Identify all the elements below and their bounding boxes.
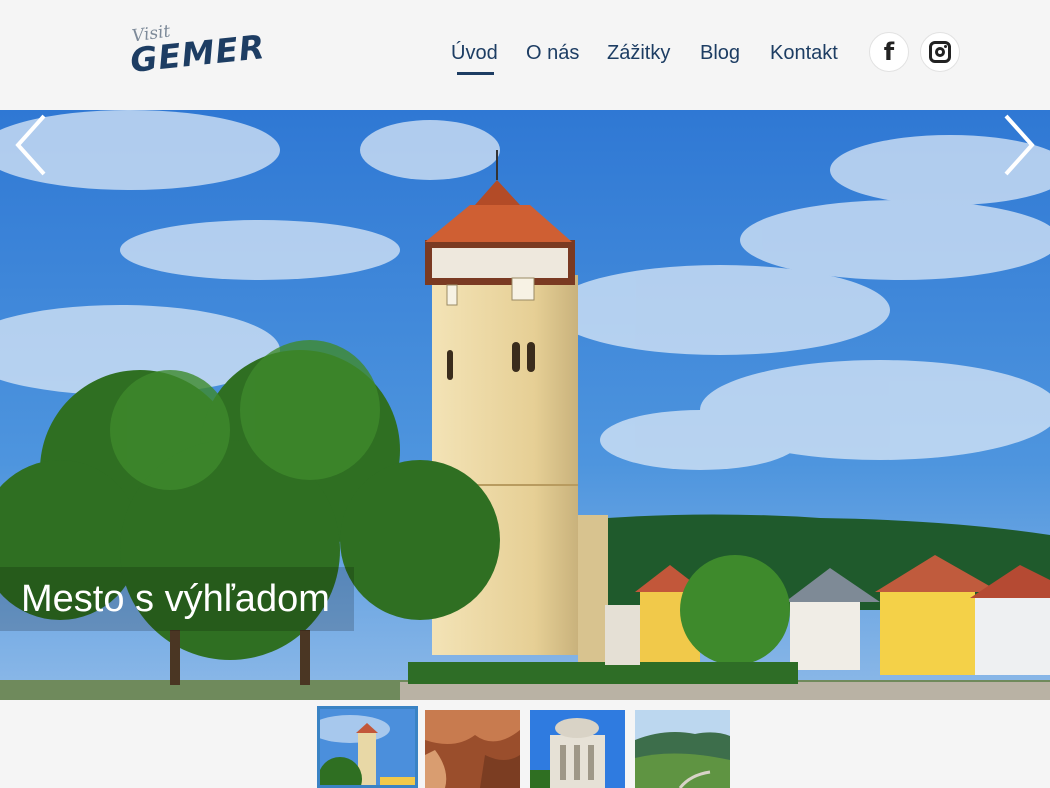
- thumbnail-1[interactable]: [317, 706, 418, 788]
- thumbnail-2[interactable]: [425, 710, 520, 788]
- chevron-left-icon[interactable]: [12, 110, 52, 180]
- thumbnail-4[interactable]: [635, 710, 730, 788]
- nav-item-uvod[interactable]: Úvod: [451, 42, 498, 75]
- thumbnail-image-tower: [320, 709, 415, 785]
- instagram-button[interactable]: [920, 32, 960, 72]
- facebook-icon: f: [883, 38, 895, 66]
- thumbnail-strip: [0, 700, 1050, 788]
- nav-item-blog[interactable]: Blog: [700, 42, 740, 65]
- nav-item-zazitky[interactable]: Zážitky: [607, 42, 670, 65]
- slide-caption: Mesto s výhľadom: [0, 567, 354, 631]
- thumbnail-image-hills: [635, 710, 730, 788]
- thumbnail-image-mausoleum: [530, 710, 625, 788]
- instagram-icon: [929, 41, 951, 63]
- nav-item-o-nas[interactable]: O nás: [526, 42, 579, 65]
- facebook-button[interactable]: f: [869, 32, 909, 72]
- thumbnail-3[interactable]: [530, 710, 625, 788]
- chevron-right-icon[interactable]: [998, 110, 1038, 180]
- site-header: Visit GEMER Úvod O nás Zážitky Blog Kont…: [0, 0, 1050, 110]
- hero-slider: Mesto s výhľadom: [0, 110, 1050, 700]
- thumbnail-image-cave: [425, 710, 520, 788]
- nav-item-kontakt[interactable]: Kontakt: [770, 42, 838, 65]
